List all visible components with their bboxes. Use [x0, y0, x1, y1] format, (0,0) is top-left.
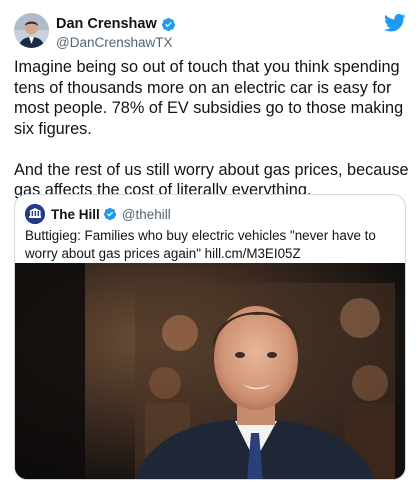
tweet-text: Imagine being so out of touch that you t… [14, 58, 409, 199]
quoted-tweet-text: Buttigieg: Families who buy electric veh… [25, 228, 376, 261]
quoted-author-name[interactable]: The Hill [51, 207, 100, 222]
quoted-author-avatar[interactable] [25, 204, 45, 224]
twitter-bird-icon[interactable] [384, 13, 406, 33]
quoted-author-handle[interactable]: @thehill [122, 207, 171, 222]
author-display-name[interactable]: Dan Crenshaw [56, 16, 157, 32]
author-handle[interactable]: @DanCrenshawTX [56, 35, 176, 50]
tweet-card: Dan Crenshaw @DanCrenshawTX Imagine bein… [0, 0, 420, 482]
photo-image [15, 263, 405, 479]
author-avatar[interactable] [14, 13, 49, 48]
verified-badge-icon [103, 207, 116, 221]
author-info: Dan Crenshaw @DanCrenshawTX [56, 15, 176, 50]
verified-badge-icon [161, 17, 175, 31]
quoted-tweet-header: The Hill @thehill [25, 204, 171, 224]
quoted-tweet-photo[interactable] [15, 263, 405, 479]
quoted-tweet[interactable]: The Hill @thehill Buttigieg: Families wh… [14, 194, 406, 480]
author-avatar-image [14, 13, 49, 48]
the-hill-logo-icon [25, 204, 45, 224]
